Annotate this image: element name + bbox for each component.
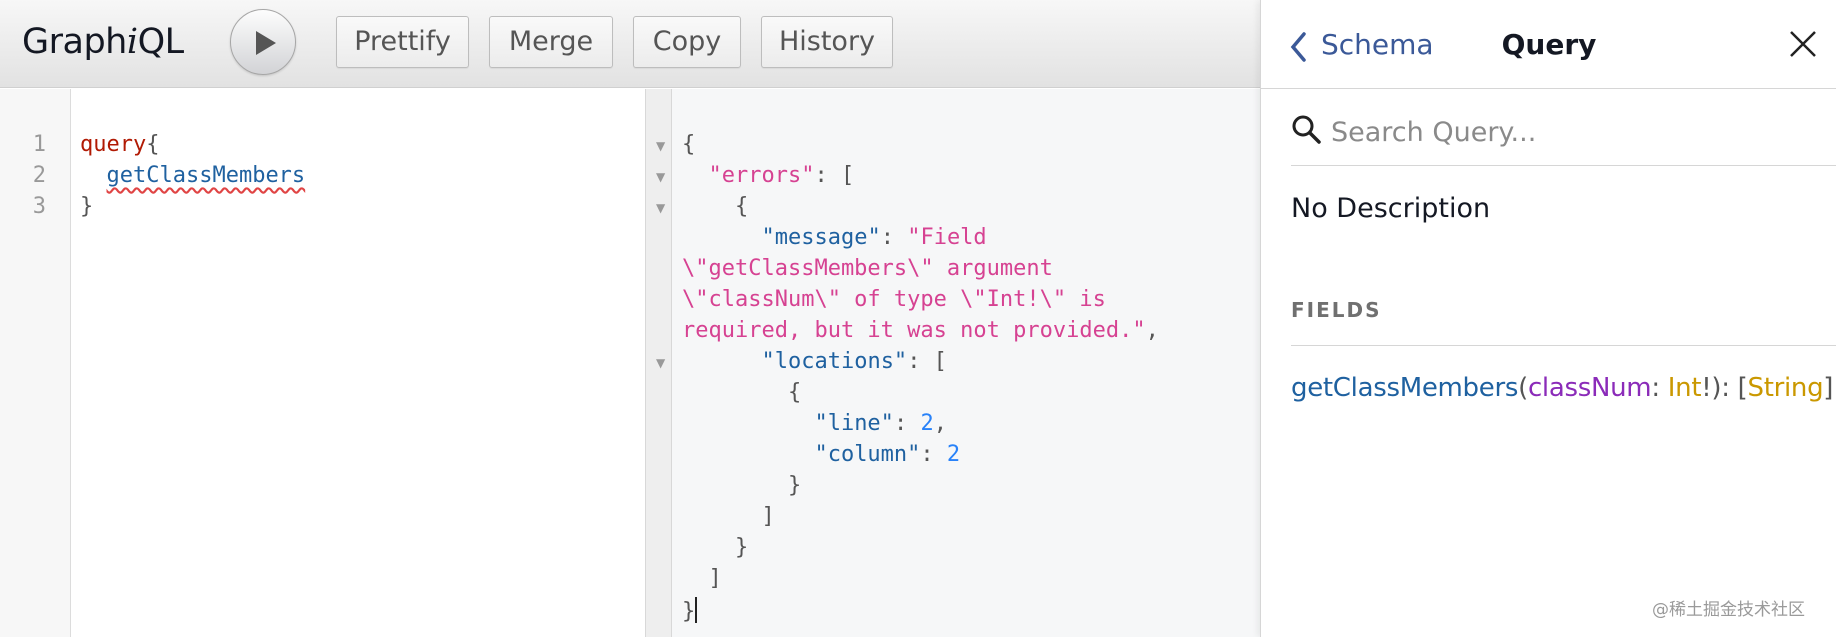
toolbar: GraphiQL Prettify Merge Copy History xyxy=(0,0,1260,88)
result-line: ] xyxy=(708,566,722,591)
result-line: } xyxy=(734,535,749,560)
docs-header: Schema Query xyxy=(1261,0,1836,89)
code-line[interactable]: query{ xyxy=(80,132,159,157)
fields-section-title: FIELDS xyxy=(1291,298,1382,322)
keyword-query: query xyxy=(80,132,147,157)
docs-explorer: Schema Query No Description FIELDS getCl… xyxy=(1260,0,1836,637)
result-line: \"classNum\" of type \"Int!\" is xyxy=(682,287,1106,312)
result-line: "line": 2, xyxy=(814,411,947,436)
execute-query-button[interactable] xyxy=(230,9,296,75)
result-line: "locations": [ xyxy=(761,349,947,374)
merge-button[interactable]: Merge xyxy=(489,16,613,68)
play-icon xyxy=(256,31,276,55)
arg-type-link[interactable]: Int xyxy=(1668,373,1702,403)
result-line: { xyxy=(734,194,749,219)
search-icon xyxy=(1292,115,1321,144)
result-line: \"getClassMembers\" argument xyxy=(682,256,1053,281)
search-input[interactable] xyxy=(1331,112,1811,152)
section-divider xyxy=(1291,345,1836,346)
field-entry: getClassMembers(classNum: Int!): [String… xyxy=(1291,373,1834,403)
graphiql-logo: GraphiQL xyxy=(22,22,184,62)
history-button[interactable]: History xyxy=(761,16,893,68)
type-description: No Description xyxy=(1291,193,1491,224)
line-number: 1 xyxy=(32,132,46,157)
watermark: @稀土掘金技术社区 xyxy=(1652,600,1805,620)
fold-arrow-icon[interactable]: ▼ xyxy=(656,139,665,153)
close-icon[interactable] xyxy=(1789,30,1817,58)
result-line: } xyxy=(682,597,698,624)
result-line: { xyxy=(682,132,696,157)
result-line: "column": 2 xyxy=(814,442,961,467)
text-cursor xyxy=(695,597,698,623)
docs-title: Query xyxy=(1501,28,1597,61)
result-line: required, but it was not provided.", xyxy=(682,318,1159,343)
arg-name: classNum xyxy=(1527,373,1652,403)
code-line[interactable]: } xyxy=(80,194,93,219)
line-number: 2 xyxy=(32,163,46,188)
return-type-link[interactable]: String xyxy=(1747,373,1823,403)
prettify-button[interactable]: Prettify xyxy=(336,16,469,68)
brace: { xyxy=(146,132,160,157)
result-line: } xyxy=(787,473,802,498)
result-line: "message": "Field xyxy=(761,225,987,250)
copy-button[interactable]: Copy xyxy=(633,16,741,68)
brace: } xyxy=(80,194,94,219)
result-line: "errors": [ xyxy=(708,163,855,188)
result-line: ] xyxy=(761,504,775,529)
field-getclassmembers: getClassMembers xyxy=(106,163,306,188)
docs-search xyxy=(1291,110,1836,166)
line-number: 3 xyxy=(32,194,46,219)
code-line[interactable]: getClassMembers xyxy=(80,163,306,188)
fold-arrow-icon[interactable]: ▼ xyxy=(656,170,665,184)
field-name-link[interactable]: getClassMembers xyxy=(1291,373,1518,403)
result-line: { xyxy=(787,380,802,405)
fold-arrow-icon[interactable]: ▼ xyxy=(656,356,665,370)
fold-arrow-icon[interactable]: ▼ xyxy=(656,201,665,215)
